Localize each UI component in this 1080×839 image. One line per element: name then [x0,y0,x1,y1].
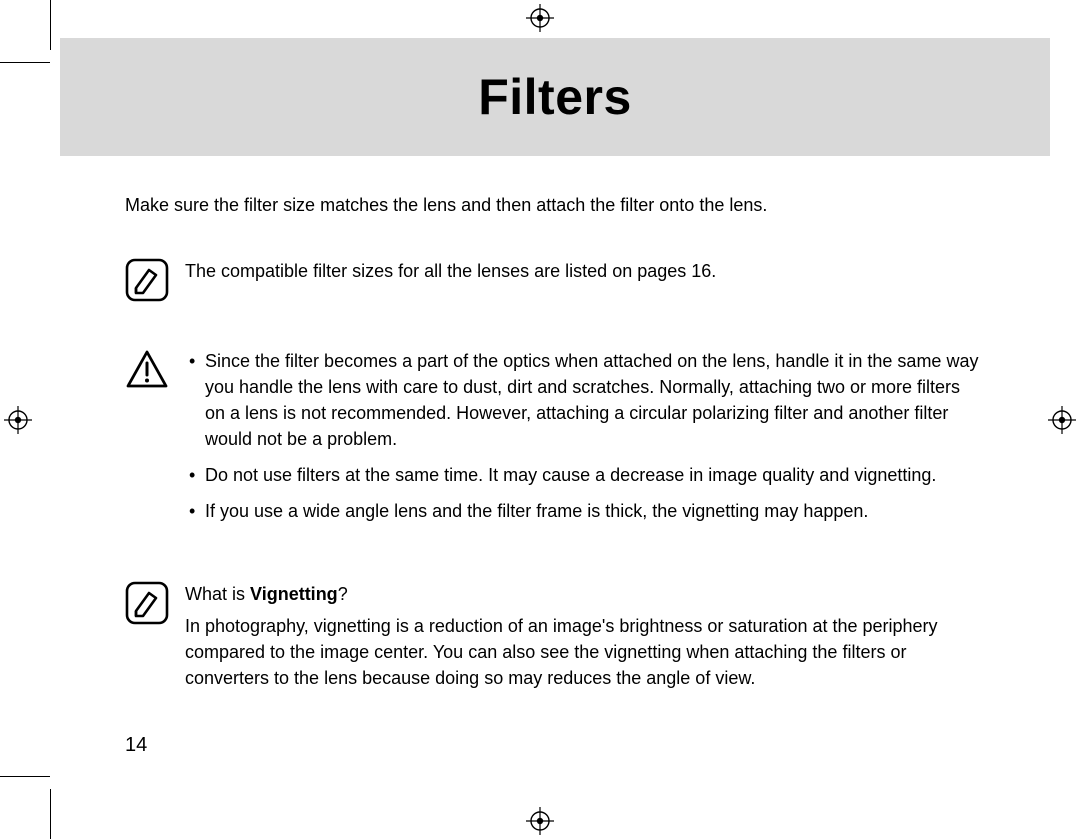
note-icon [125,581,169,625]
list-item: If you use a wide angle lens and the fil… [201,498,985,524]
caution-section: Since the filter becomes a part of the o… [125,348,985,535]
registration-mark-icon [526,4,554,32]
answer-text: In photography, vignetting is a reductio… [185,613,985,691]
registration-mark-icon [526,807,554,835]
question-line: What is Vignetting? [185,581,985,607]
registration-mark-icon [4,406,32,434]
title-band: Filters [60,38,1050,156]
list-item: Do not use filters at the same time. It … [201,462,985,488]
warning-icon [125,348,169,392]
note-section: The compatible filter sizes for all the … [125,258,985,302]
note-section: What is Vignetting? In photography, vign… [125,581,985,697]
vignetting-note: What is Vignetting? In photography, vign… [185,581,985,697]
registration-mark-icon [1048,406,1076,434]
list-item: Since the filter becomes a part of the o… [201,348,985,452]
note-text: The compatible filter sizes for all the … [185,258,985,302]
page-number: 14 [125,734,147,757]
crop-mark [50,789,51,839]
intro-text: Make sure the filter size matches the le… [125,195,985,216]
crop-mark [0,62,50,63]
content-area: Make sure the filter size matches the le… [125,195,985,743]
note-icon [125,258,169,302]
crop-mark [0,776,50,777]
caution-list: Since the filter becomes a part of the o… [185,348,985,535]
crop-mark [50,0,51,50]
page-title: Filters [478,68,632,126]
